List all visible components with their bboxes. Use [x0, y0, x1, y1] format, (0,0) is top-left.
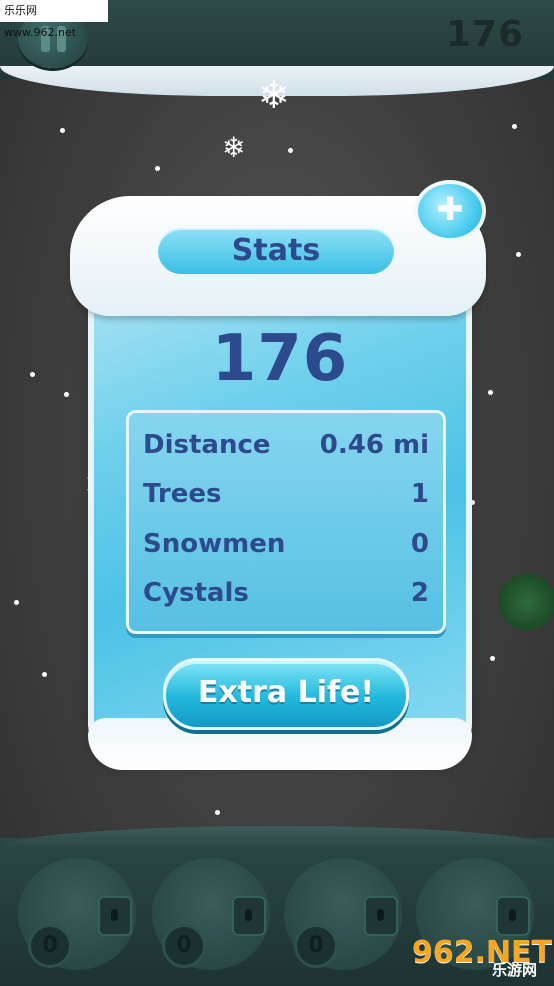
- snow-dot: [516, 252, 521, 257]
- snow-dot: [60, 128, 65, 133]
- top-score: 176: [445, 14, 524, 55]
- stat-value: 0.46 mi: [319, 430, 429, 460]
- stat-label: Snowmen: [143, 529, 286, 559]
- slot-count: 0: [294, 924, 338, 968]
- snow-dot: [215, 810, 220, 815]
- stats-panel: Distance 0.46 mi Trees 1 Snowmen 0 Cysta…: [126, 410, 446, 634]
- lock-icon: [496, 896, 530, 936]
- slot-count: 0: [162, 924, 206, 968]
- snow-dot: [490, 656, 495, 661]
- lock-icon: [364, 896, 398, 936]
- stat-row-snowmen: Snowmen 0: [143, 524, 429, 564]
- snow-dot: [30, 372, 35, 377]
- snow-dot: [14, 600, 19, 605]
- plus-button[interactable]: ✚: [414, 180, 486, 242]
- final-score: 176: [211, 322, 349, 396]
- snowflake-icon: ❄: [258, 73, 290, 117]
- plus-icon: ✚: [436, 190, 464, 228]
- snow-dot: [64, 392, 69, 397]
- tree-decoration: [500, 572, 554, 632]
- stat-row-distance: Distance 0.46 mi: [143, 425, 429, 465]
- snow-dot: [470, 500, 475, 505]
- slot-count: 0: [28, 924, 72, 968]
- watermark-top: 乐乐网 www.962.net: [0, 0, 108, 39]
- snow-dot: [488, 390, 493, 395]
- snow-dot: [288, 148, 293, 153]
- stat-value: 1: [410, 479, 429, 509]
- lock-icon: [232, 896, 266, 936]
- powerup-slot[interactable]: 0: [18, 858, 136, 970]
- snow-dot: [42, 672, 47, 677]
- stat-row-crystals: Cystals 2: [143, 573, 429, 613]
- watermark-sub: 乐游网: [492, 961, 538, 979]
- powerup-slot[interactable]: 0: [284, 858, 402, 970]
- snow-dot: [155, 166, 160, 171]
- stats-title: Stats: [231, 233, 321, 268]
- stat-label: Trees: [143, 479, 222, 509]
- watermark-bottom: 962.NET 乐游网: [412, 935, 552, 981]
- bottom-tray-edge: [0, 826, 554, 848]
- extra-life-label[interactable]: Extra Life!: [163, 658, 409, 730]
- stat-label: Distance: [143, 430, 271, 460]
- stat-value: 2: [410, 578, 429, 608]
- stat-value: 0: [410, 529, 429, 559]
- snow-dot: [512, 124, 517, 129]
- stat-row-trees: Trees 1: [143, 474, 429, 514]
- snowflake-icon: ❄: [222, 131, 246, 164]
- lock-icon: [98, 896, 132, 936]
- stat-label: Cystals: [143, 578, 249, 608]
- powerup-slot[interactable]: 0: [152, 858, 270, 970]
